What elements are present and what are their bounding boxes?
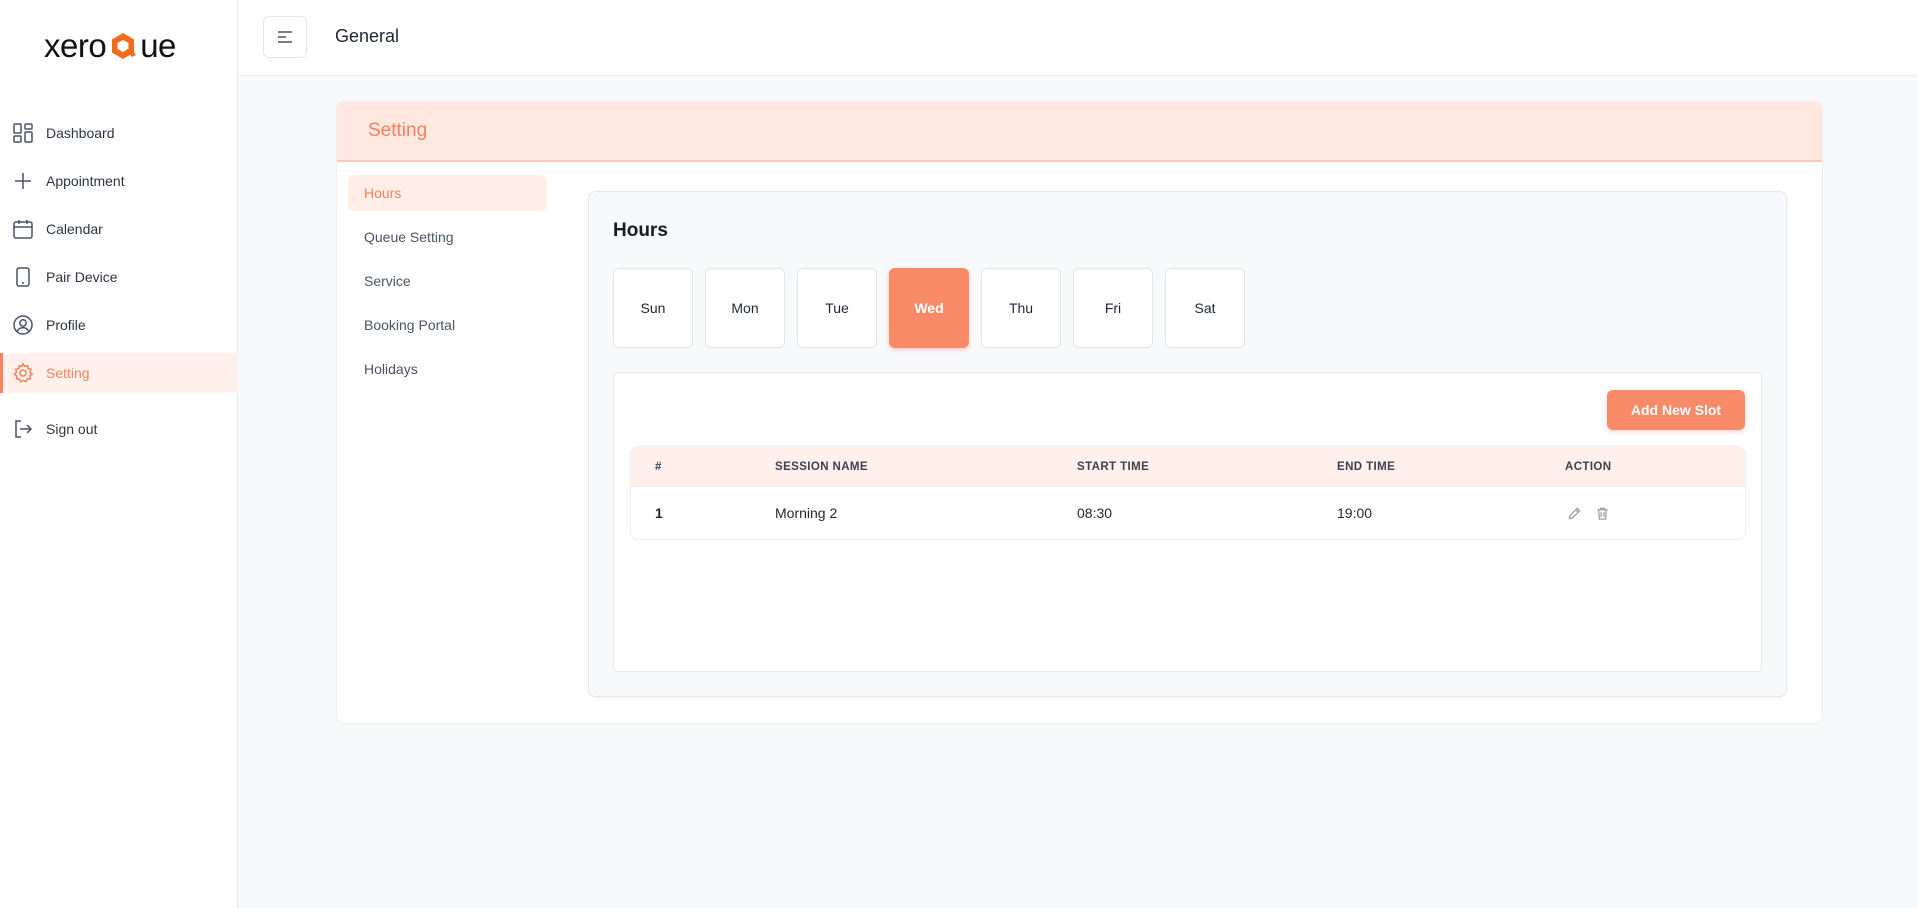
- sidebar-item-label: Pair Device: [46, 269, 118, 285]
- edit-pencil-icon[interactable]: [1565, 504, 1583, 522]
- page-title: General: [335, 26, 400, 46]
- day-mon[interactable]: Mon: [705, 268, 785, 348]
- column-header-number: #: [655, 460, 662, 473]
- day-fri[interactable]: Fri: [1073, 268, 1153, 348]
- sidebar-item-setting[interactable]: Setting: [0, 353, 238, 393]
- table-row: 1 Morning 2 08:30 19:00: [631, 487, 1745, 539]
- sidebar-item-calendar[interactable]: Calendar: [0, 209, 238, 249]
- sidebar-item-appointment[interactable]: Appointment: [0, 161, 238, 201]
- sidebar-item-label: Calendar: [46, 221, 103, 237]
- column-header-end-time: END TIME: [1337, 460, 1396, 473]
- delete-trash-icon[interactable]: [1593, 504, 1611, 522]
- dashboard-icon: [12, 122, 34, 144]
- sidebar-item-label: Appointment: [46, 173, 125, 189]
- sidebar-item-label: Setting: [46, 365, 90, 381]
- row-end-time: 19:00: [1337, 505, 1373, 521]
- subnav-item-hours[interactable]: Hours: [348, 175, 547, 211]
- day-tue[interactable]: Tue: [797, 268, 877, 348]
- sign-out-label: Sign out: [46, 421, 98, 437]
- sign-out-button[interactable]: Sign out: [0, 409, 238, 449]
- day-sun[interactable]: Sun: [613, 268, 693, 348]
- logo-q-icon: [107, 30, 139, 62]
- row-session-name: Morning 2: [775, 505, 838, 521]
- table-header: # SESSION NAME START TIME END TIME ACTIO…: [631, 447, 1745, 487]
- subnav-item-holidays[interactable]: Holidays: [348, 351, 547, 387]
- brand-logo[interactable]: xero ue: [44, 27, 176, 64]
- menu-icon: [278, 31, 292, 43]
- hours-title: Hours: [613, 220, 668, 241]
- column-header-start-time: START TIME: [1077, 460, 1150, 473]
- gear-icon: [12, 362, 34, 384]
- sidebar-item-label: Profile: [46, 317, 86, 333]
- logo-text-part1: xero: [44, 27, 107, 64]
- settings-subnav: Hours Queue Setting Service Booking Port…: [348, 175, 547, 395]
- sidebar-item-profile[interactable]: Profile: [0, 305, 238, 345]
- top-bar: General: [239, 0, 1918, 76]
- column-header-session-name: SESSION NAME: [775, 460, 868, 473]
- row-start-time: 08:30: [1077, 505, 1113, 521]
- menu-toggle-button[interactable]: [263, 16, 307, 58]
- sidebar-nav: Dashboard Appointment Calendar Pair Devi…: [0, 113, 238, 457]
- sidebar-item-pair-device[interactable]: Pair Device: [0, 257, 238, 297]
- subnav-item-queue-setting[interactable]: Queue Setting: [348, 219, 547, 255]
- sidebar-item-label: Dashboard: [46, 125, 115, 141]
- day-selector: Sun Mon Tue Wed Thu Fri Sat: [613, 268, 1257, 348]
- slots-container: Add New Slot # SESSION NAME START TIME E…: [613, 372, 1762, 672]
- row-number: 1: [655, 505, 663, 521]
- plus-icon: [12, 170, 34, 192]
- sidebar: xero ue Dashboard Appointment Calendar P…: [0, 0, 238, 908]
- row-actions: [1565, 504, 1745, 522]
- hours-panel: Hours Sun Mon Tue Wed Thu Fri Sat Add Ne…: [588, 191, 1787, 697]
- add-new-slot-button[interactable]: Add New Slot: [1607, 390, 1745, 430]
- day-thu[interactable]: Thu: [981, 268, 1061, 348]
- sign-out-icon: [12, 418, 34, 440]
- subnav-item-service[interactable]: Service: [348, 263, 547, 299]
- calendar-icon: [12, 218, 34, 240]
- subnav-item-booking-portal[interactable]: Booking Portal: [348, 307, 547, 343]
- day-sat[interactable]: Sat: [1165, 268, 1245, 348]
- user-circle-icon: [12, 314, 34, 336]
- column-header-action: ACTION: [1565, 460, 1612, 473]
- slots-table: # SESSION NAME START TIME END TIME ACTIO…: [630, 446, 1746, 540]
- sidebar-item-dashboard[interactable]: Dashboard: [0, 113, 238, 153]
- day-wed[interactable]: Wed: [889, 268, 969, 348]
- logo-text-part2: ue: [140, 27, 176, 64]
- settings-title: Setting: [337, 102, 1822, 162]
- device-icon: [12, 266, 34, 288]
- settings-card: Setting Hours Queue Setting Service Book…: [336, 101, 1823, 724]
